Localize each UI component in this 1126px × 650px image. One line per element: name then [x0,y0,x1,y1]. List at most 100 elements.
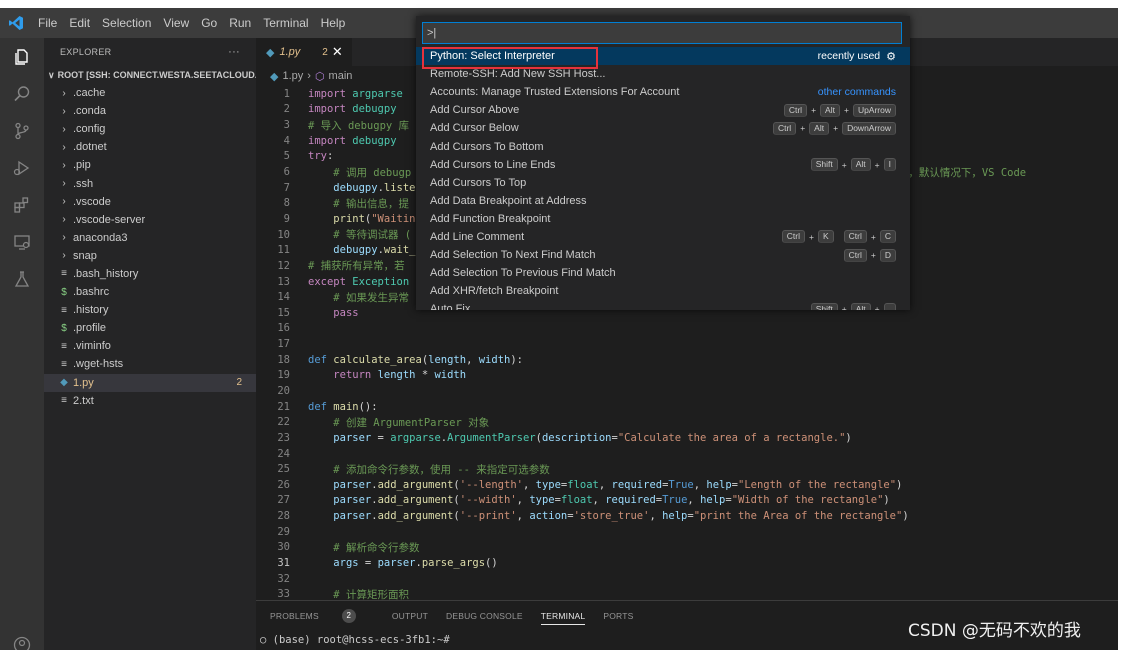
more-actions-button[interactable]: ··· [228,46,240,58]
explorer-title: EXPLORER [60,47,112,57]
key-separator: + [800,123,806,134]
command-item[interactable]: Accounts: Manage Trusted Extensions For … [416,83,910,101]
command-item[interactable]: Add Cursors To Top [416,174,910,192]
tree-item[interactable]: › .cache [44,84,256,102]
code-line: 17 [277,338,290,351]
problems-count-badge: 2 [341,609,356,623]
source-control-icon[interactable] [0,112,44,149]
right-margin [1118,8,1126,650]
command-meta: other commands [818,86,896,98]
command-meta: Shift + Alt + I [801,158,896,172]
code-line: 29 [277,525,290,538]
tree-item[interactable]: › .dotnet [44,138,256,156]
key-cap: Alt [809,121,830,135]
tree-item[interactable]: ◆ 1.py 2 [44,373,256,392]
breadcrumb-file[interactable]: 1.py [282,70,303,82]
explorer-icon[interactable] [0,38,44,75]
menu-go[interactable]: Go [195,16,223,30]
run-debug-icon[interactable] [0,149,44,186]
command-label: Add Line Comment [430,230,525,243]
command-item[interactable]: Add Cursors to Line Ends Shift + Alt + I [416,156,910,174]
tab-output[interactable]: OUTPUT [392,611,428,621]
tree-item[interactable]: ≡ .bash_history [44,265,256,283]
tree-item[interactable]: › .pip [44,156,256,174]
tree-item[interactable]: ≡ 2.txt [44,392,256,410]
tree-item[interactable]: › .vscode [44,193,256,211]
key-separator: + [870,231,876,242]
command-item[interactable]: Add Cursor Below Ctrl + Alt + DownArrow [416,119,910,137]
menu-terminal[interactable]: Terminal [257,16,314,30]
key-separator: + [833,123,839,134]
command-item[interactable]: Add Data Breakpoint at Address [416,192,910,210]
command-item[interactable]: Add XHR/fetch Breakpoint [416,282,910,300]
search-icon[interactable] [0,75,44,112]
workspace-root[interactable]: ∨ ROOT [SSH: CONNECT.WESTA.SEETACLOUD... [44,66,256,84]
tree-item[interactable]: › .conda [44,102,256,120]
command-label: Add Cursors To Top [430,176,527,189]
tree-item-label: 1.py [73,376,94,389]
menu-view[interactable]: View [157,16,195,30]
gear-icon[interactable]: ⚙ [886,50,896,63]
menu-run[interactable]: Run [223,16,257,30]
menu-help[interactable]: Help [315,16,352,30]
tree-item-label: .history [73,304,109,317]
tab-problems[interactable]: PROBLEMS 2 [270,609,374,623]
tree-item-label: .viminfo [73,340,111,353]
command-item[interactable]: Python: Select Interpreter recently used ⚙ [416,47,910,70]
tree-item[interactable]: › anaconda3 [44,229,256,247]
key-cap: Shift [810,158,838,172]
command-label: Remote-SSH: Add New SSH Host... [430,68,606,81]
testing-icon[interactable] [0,260,44,297]
command-meta: recently used ⚙ [818,50,896,63]
tree-item[interactable]: ≡ .history [44,301,256,319]
accounts-icon[interactable] [0,626,44,650]
key-cap: Ctrl [781,230,806,244]
menu-file[interactable]: File [32,16,63,30]
remote-explorer-icon[interactable] [0,223,44,260]
tree-item[interactable]: › .ssh [44,174,256,192]
tree-item[interactable]: $ .bashrc [44,283,256,301]
command-label: Auto Fix... [430,303,480,310]
key-separator: + [809,231,814,242]
key-cap: DownArrow [842,121,896,135]
key-cap: Alt [850,302,871,310]
key-separator: + [870,250,876,261]
tree-item[interactable]: ≡ .wget-hsts [44,355,256,373]
close-icon[interactable]: ✕ [332,44,343,60]
menu-bar: File Edit Selection View Go Run Terminal Help [32,16,351,30]
tree-item[interactable]: › .config [44,120,256,138]
menu-edit[interactable]: Edit [63,16,96,30]
tree-item-label: .vscode [73,195,111,208]
command-item[interactable]: Add Cursor Above Ctrl + Alt + UpArrow [416,101,910,119]
command-item[interactable]: Add Selection To Previous Find Match [416,264,910,282]
file-tree: › .cache › .conda › .config › .dotnet › .pip › .ssh… [44,84,256,410]
tree-item[interactable]: $ .profile [44,319,256,337]
tree-item-label: .cache [73,87,106,100]
tab-debug-console[interactable]: DEBUG CONSOLE [446,611,523,621]
tree-item[interactable]: ≡ .viminfo [44,337,256,355]
menu-selection[interactable]: Selection [96,16,157,30]
command-item[interactable]: Add Cursors To Bottom [416,137,910,155]
command-meta: Ctrl + D [834,248,896,262]
tab-1-py[interactable]: ◆ 1.py 2 ✕ [256,38,352,66]
recently-used-label: recently used [817,50,881,63]
chevron-right-icon: › [62,159,66,171]
command-item[interactable]: Remote-SSH: Add New SSH Host... [416,65,910,83]
tab-ports[interactable]: PORTS [603,611,633,621]
tree-item[interactable]: › .vscode-server [44,211,256,229]
key-cap: Ctrl [843,230,867,244]
command-item[interactable]: Add Line Comment Ctrl + K Ctrl + C [416,228,910,246]
command-item[interactable]: Add Function Breakpoint [416,210,910,228]
tree-item[interactable]: › snap [44,247,256,265]
extensions-icon[interactable] [0,186,44,223]
tab-terminal[interactable]: TERMINAL [540,611,586,625]
key-cap: Ctrl [843,248,867,262]
breadcrumb-symbol[interactable]: main [329,70,353,82]
key-cap: D [879,248,896,262]
command-item[interactable]: Add Selection To Next Find Match Ctrl + D [416,246,910,264]
command-item[interactable]: Auto Fix... Shift + Alt +. [416,300,910,310]
code-line: 20 [277,384,290,397]
problem-count-badge: 2 [236,377,242,389]
command-palette-input[interactable] [422,22,902,44]
command-label: Add Cursors To Bottom [430,140,544,153]
